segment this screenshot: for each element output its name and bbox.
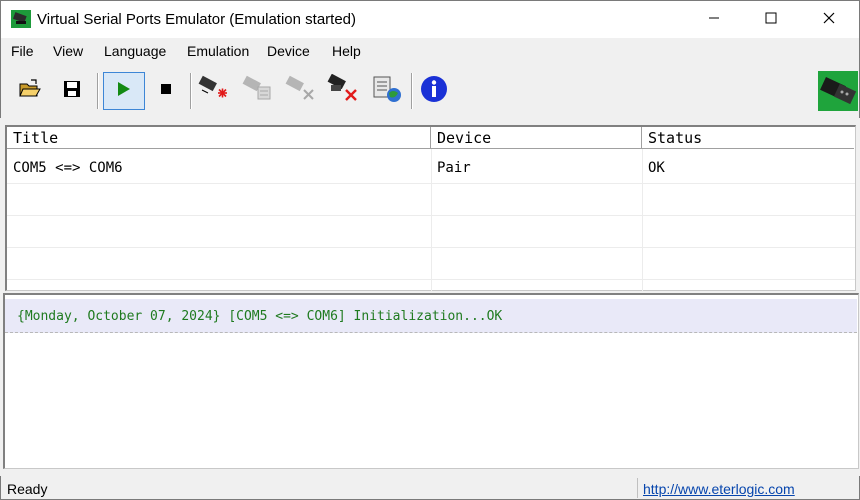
log-entry-text: {Monday, October 07, 2024} [COM5 <=> COM… <box>17 309 503 324</box>
title-bar[interactable]: Virtual Serial Ports Emulator (Emulation… <box>0 0 860 38</box>
about-button[interactable] <box>416 73 452 109</box>
menu-emulation[interactable]: Emulation <box>187 43 249 59</box>
status-pane-divider <box>637 478 638 498</box>
row-divider <box>7 215 855 216</box>
column-header-title[interactable]: Title <box>7 127 431 149</box>
menu-view[interactable]: View <box>53 43 83 59</box>
serial-port-device-icon <box>11 10 31 28</box>
minimize-button[interactable] <box>685 1 743 39</box>
close-button[interactable] <box>800 1 858 39</box>
status-bar: Ready http://www.eterlogic.com <box>0 476 860 500</box>
stop-emulation-button[interactable] <box>148 73 184 109</box>
settings-network-button[interactable] <box>369 73 405 109</box>
row-divider <box>7 279 855 280</box>
save-button[interactable] <box>54 73 90 109</box>
open-folder-icon <box>19 78 41 104</box>
menu-file[interactable]: File <box>11 43 34 59</box>
menu-help[interactable]: Help <box>332 43 361 59</box>
settings-network-icon <box>371 74 403 109</box>
new-device-icon <box>198 75 228 108</box>
close-icon <box>823 11 835 29</box>
toolbar <box>0 66 860 118</box>
maximize-button[interactable] <box>742 1 800 39</box>
log-panel[interactable]: {Monday, October 07, 2024} [COM5 <=> COM… <box>3 293 859 469</box>
row-device: Pair <box>437 160 471 176</box>
delete-device-icon <box>327 73 359 109</box>
toolbar-separator <box>97 73 99 109</box>
stop-icon <box>160 82 172 100</box>
menu-language[interactable]: Language <box>104 43 166 59</box>
new-device-button[interactable] <box>195 73 231 109</box>
column-header-device[interactable]: Device <box>431 127 642 149</box>
start-emulation-button[interactable] <box>103 72 145 110</box>
minimize-icon <box>708 11 720 29</box>
remove-device-icon <box>285 75 315 108</box>
device-properties-button[interactable] <box>239 73 275 109</box>
log-entry[interactable]: {Monday, October 07, 2024} [COM5 <=> COM… <box>5 299 857 333</box>
remove-device-button[interactable] <box>282 73 318 109</box>
column-header-status[interactable]: Status <box>642 127 854 149</box>
row-divider <box>7 183 855 184</box>
save-icon <box>63 80 81 103</box>
device-list: Title Device Status COM5 <=> COM6 Pair O… <box>5 125 856 291</box>
serial-connector-icon <box>818 71 858 111</box>
delete-device-button[interactable] <box>325 73 361 109</box>
table-row[interactable]: COM5 <=> COM6 Pair OK <box>7 150 855 183</box>
website-link[interactable]: http://www.eterlogic.com <box>643 481 795 497</box>
row-title: COM5 <=> COM6 <box>13 160 123 176</box>
open-button[interactable] <box>12 73 48 109</box>
row-divider <box>7 247 855 248</box>
play-icon <box>117 81 131 102</box>
row-status: OK <box>648 160 665 176</box>
menu-bar: File View Language Emulation Device Help <box>0 38 860 66</box>
menu-device[interactable]: Device <box>267 43 310 59</box>
maximize-icon <box>765 11 777 29</box>
status-text: Ready <box>7 481 48 497</box>
toolbar-separator <box>411 73 413 109</box>
toolbar-separator <box>190 73 192 109</box>
window-title: Virtual Serial Ports Emulator (Emulation… <box>37 11 357 28</box>
device-properties-icon <box>242 75 272 108</box>
info-icon <box>420 75 448 108</box>
